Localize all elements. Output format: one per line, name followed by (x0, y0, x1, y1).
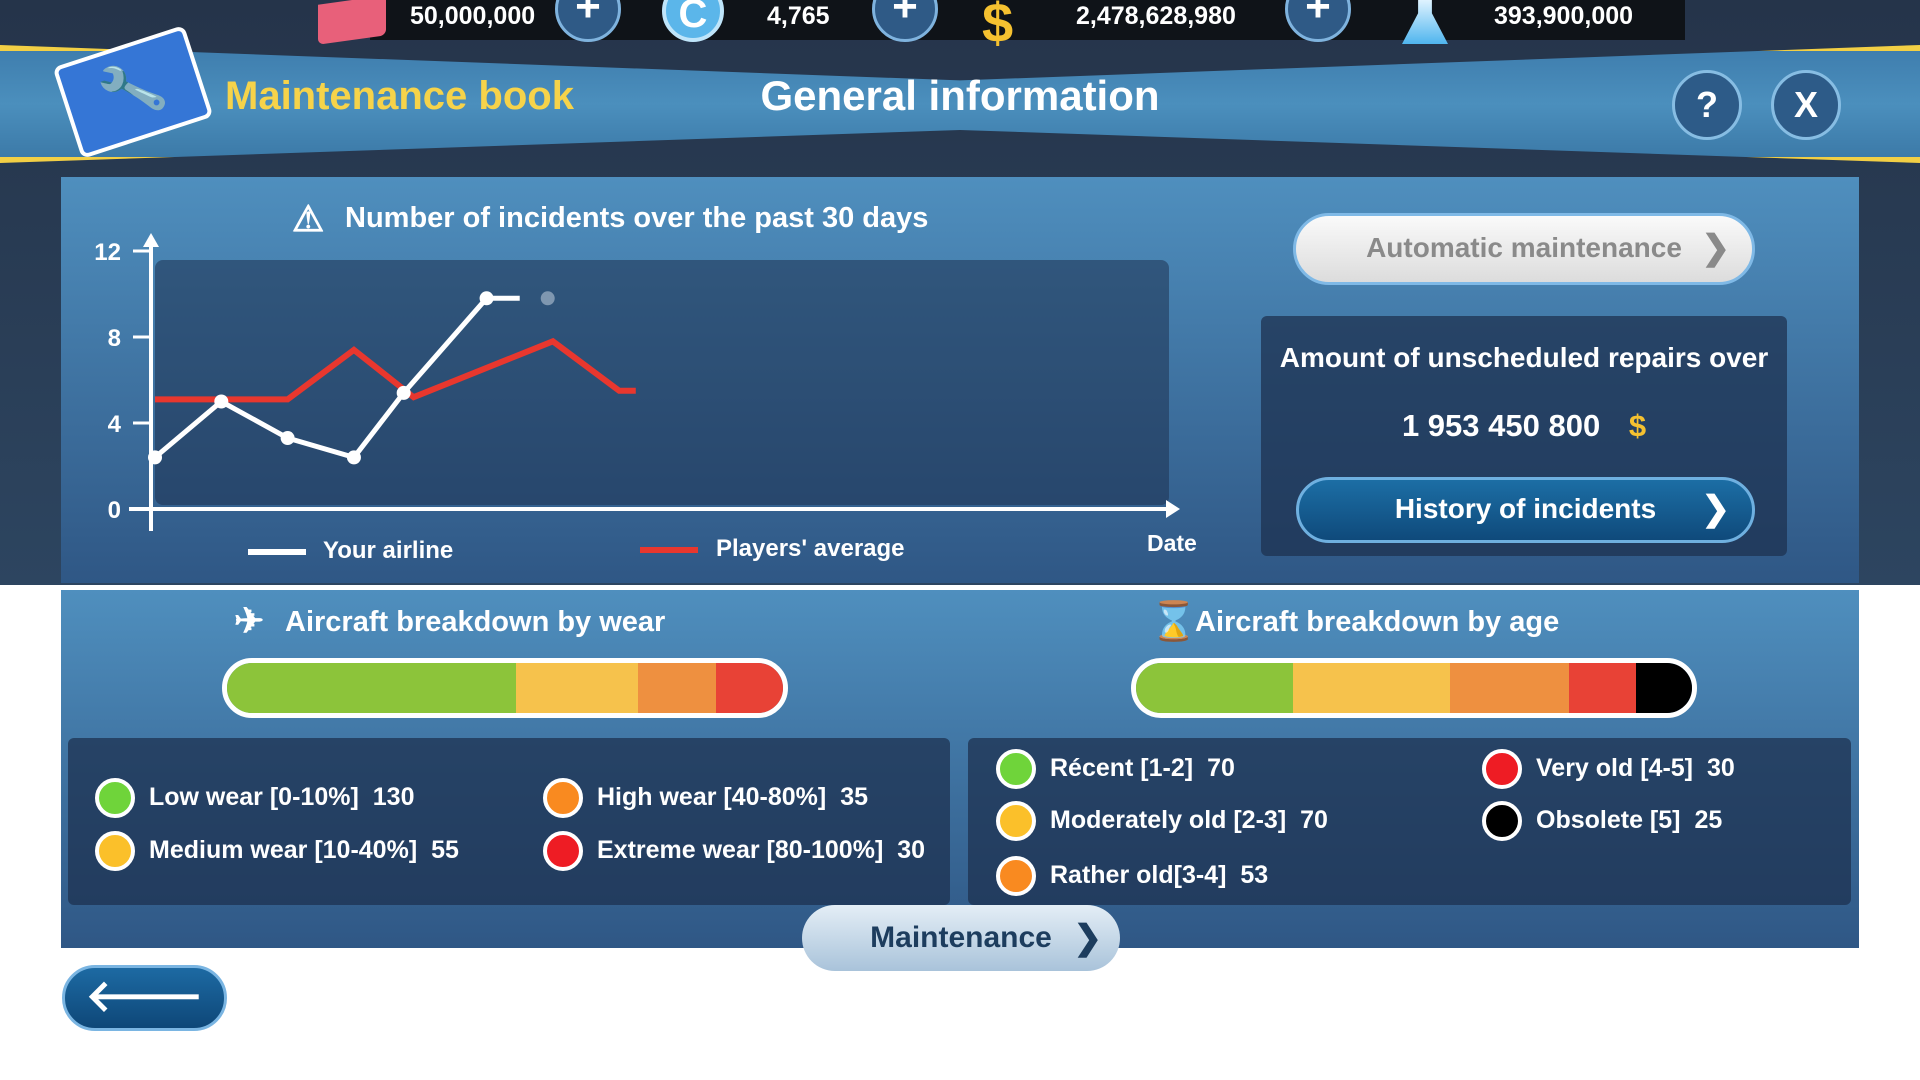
legend-dot (95, 778, 135, 818)
legend-count: 30 (897, 836, 926, 864)
repairs-label: Amount of unscheduled repairs over (1279, 342, 1769, 373)
legend-count: 130 (372, 783, 415, 811)
legend-item: Moderately old [2-3] 70 (1050, 806, 1328, 835)
legend-dot (543, 831, 583, 871)
bar-segment (1568, 663, 1636, 713)
bar-segment (1635, 663, 1692, 713)
age-title: Aircraft breakdown by age (1195, 606, 1560, 638)
legend-label: Very old [4-5] (1536, 754, 1693, 782)
warning-icon: ⚠ (292, 198, 325, 239)
legend-dot (1482, 749, 1522, 789)
legend-item: Obsolete [5] 25 (1536, 806, 1722, 835)
page-title: General information (760, 72, 1160, 119)
legend-label: High wear [40-80%] (597, 783, 827, 811)
legend-dot (996, 856, 1036, 896)
section-title: Maintenance book (225, 74, 574, 118)
data-point (148, 450, 162, 465)
history-of-incidents-button[interactable]: History of incidents ❯ (1296, 477, 1755, 543)
y-tick-label: 0 (108, 497, 121, 524)
data-point-pending (540, 291, 555, 306)
legend-item: Low wear [0-10%] 130 (149, 783, 415, 812)
legend-dot (95, 831, 135, 871)
automatic-maintenance-label: Automatic maintenance (1366, 232, 1682, 263)
legend-item: High wear [40-80%] 35 (597, 783, 868, 812)
back-button[interactable]: 🡐 (62, 965, 227, 1031)
resource-value-cash: 50,000,000 (410, 2, 536, 30)
legend-count: 55 (431, 836, 459, 864)
legend-label: Récent [1-2] (1050, 754, 1194, 782)
y-axis-arrow (143, 233, 159, 247)
wear-bar (222, 658, 788, 718)
legend-label: Rather old[3-4] (1050, 861, 1227, 889)
legend-dot (1482, 801, 1522, 841)
bar-segment (516, 663, 639, 713)
history-of-incidents-label: History of incidents (1394, 493, 1657, 524)
y-tick-label: 4 (108, 411, 122, 438)
legend-item: Extreme wear [80-100%] 30 (597, 836, 925, 865)
y-tick-label: 12 (94, 239, 121, 266)
airplane-icon: ✈ (234, 600, 265, 641)
data-point (346, 450, 361, 465)
repairs-amount-value: 1 953 450 800 (1401, 408, 1601, 443)
legend-dot (543, 778, 583, 818)
bar-segment (638, 663, 717, 713)
bar-segment (716, 663, 783, 713)
legend-players-average: Players' average (716, 535, 905, 562)
bar-segment (227, 663, 517, 713)
legend-label: Extreme wear [80-100%] (597, 836, 884, 864)
data-point (214, 394, 229, 409)
legend-label: Moderately old [2-3] (1050, 806, 1287, 834)
legend-label: Obsolete [5] (1536, 806, 1681, 834)
legend-dot (996, 801, 1036, 841)
bar-segment (1292, 663, 1450, 713)
legend-count: 30 (1707, 754, 1735, 782)
bar-segment (1136, 663, 1293, 713)
legend-count: 53 (1240, 861, 1269, 889)
resource-value-coins: 4,765 (767, 2, 830, 30)
maintenance-button[interactable]: Maintenance ❯ (802, 905, 1120, 971)
help-button[interactable]: ? (1672, 70, 1742, 140)
x-axis-label: Date (1147, 530, 1197, 556)
legend-item: Récent [1-2] 70 (1050, 754, 1235, 783)
legend-item: Medium wear [10-40%] 55 (149, 836, 459, 865)
wear-title: Aircraft breakdown by wear (285, 606, 666, 638)
dollar-icon: $ (1628, 408, 1647, 443)
chart-title: Number of incidents over the past 30 day… (345, 202, 929, 234)
chevron-right-icon: ❯ (1701, 490, 1731, 528)
dollar-icon: $ (982, 0, 1014, 54)
hourglass-icon: ⌛ (1150, 601, 1198, 643)
incidents-chart: 0 4 8 12 (94, 233, 1180, 531)
arrow-left-icon: 🡐 (85, 972, 204, 1021)
data-point (280, 431, 295, 446)
legend-label: Medium wear [10-40%] (149, 836, 418, 864)
legend-swatch-your-airline (248, 549, 306, 555)
repairs-amount: 1 953 450 800 $ (1261, 408, 1787, 444)
resource-value-money: 2,478,628,980 (1076, 2, 1236, 30)
data-point (479, 291, 494, 306)
y-tick-label: 8 (108, 325, 121, 352)
x-axis-arrow (1166, 500, 1180, 518)
legend-item: Rather old[3-4] 53 (1050, 861, 1268, 890)
bar-segment (1449, 663, 1569, 713)
chevron-right-icon: ❯ (1701, 229, 1731, 267)
chevron-right-icon: ❯ (1073, 919, 1103, 957)
legend-dot (996, 749, 1036, 789)
maintenance-label: Maintenance (870, 921, 1052, 954)
resource-value-research: 393,900,000 (1494, 2, 1634, 30)
legend-item: Very old [4-5] 30 (1536, 754, 1735, 783)
wear-legend-box (68, 738, 950, 905)
legend-count: 35 (840, 783, 869, 811)
legend-count: 25 (1694, 806, 1723, 834)
legend-label: Low wear [0-10%] (149, 783, 359, 811)
close-button[interactable]: X (1771, 70, 1841, 140)
legend-count: 70 (1207, 754, 1235, 782)
age-bar (1131, 658, 1697, 718)
legend-your-airline: Your airline (323, 537, 454, 564)
data-point (396, 385, 411, 400)
legend-count: 70 (1300, 806, 1328, 834)
legend-swatch-players-average (640, 547, 698, 553)
automatic-maintenance-button[interactable]: Automatic maintenance ❯ (1293, 213, 1755, 285)
